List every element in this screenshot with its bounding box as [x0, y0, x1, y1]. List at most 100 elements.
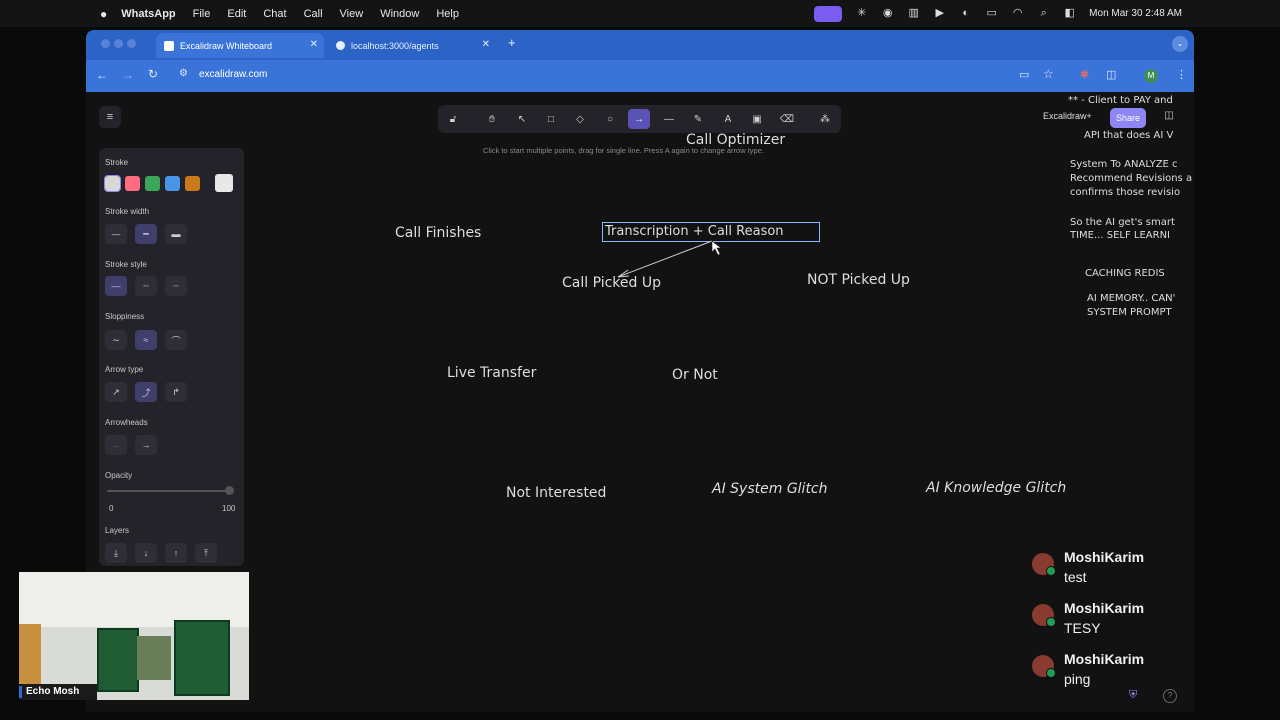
stroke-color-orange[interactable]	[185, 176, 200, 191]
stats-icon[interactable]: ▥	[907, 8, 920, 19]
play-icon[interactable]: ▶	[933, 8, 946, 19]
note-line[interactable]: API that does AI V	[1084, 130, 1173, 141]
bring-forward-button[interactable]: ↑	[165, 543, 187, 563]
avatar[interactable]	[1032, 604, 1056, 627]
site-info-icon[interactable]: ⚙	[179, 68, 188, 79]
chrome-icon[interactable]: ◉	[881, 8, 894, 19]
note-line[interactable]: CACHING REDIS	[1085, 268, 1165, 279]
menu-call[interactable]: Call	[304, 8, 323, 20]
browser-menu-icon[interactable]: ⋮	[1176, 68, 1187, 81]
stroke-color-blue[interactable]	[165, 176, 180, 191]
image-tool-icon[interactable]: ▣	[746, 109, 768, 129]
profile-avatar[interactable]: M	[1144, 69, 1158, 83]
diamond-tool-icon[interactable]: ◇	[569, 109, 591, 129]
stroke-dotted-button[interactable]: ┈	[165, 276, 187, 296]
note-line[interactable]: AI MEMORY.. CAN'	[1087, 293, 1175, 304]
note-line[interactable]: ** - Client to PAY and	[1068, 95, 1173, 106]
arrow-sharp-button[interactable]: ↗	[105, 382, 127, 402]
extensions-puzzle-icon[interactable]: ◫	[1106, 68, 1116, 81]
sloppiness-architect-button[interactable]: ∼	[105, 330, 127, 350]
note-line[interactable]: SYSTEM PROMPT	[1087, 307, 1172, 318]
window-zoom-dot[interactable]	[127, 39, 136, 48]
cast-icon[interactable]: ▭	[1019, 68, 1029, 81]
line-tool-icon[interactable]: —	[658, 109, 680, 129]
control-center-icon[interactable]: ◧	[1063, 8, 1076, 19]
canvas-text-call-picked-up[interactable]: Call Picked Up	[562, 275, 661, 291]
canvas-text-not-interested[interactable]: Not Interested	[506, 485, 606, 501]
rectangle-tool-icon[interactable]: □	[540, 109, 562, 129]
arrow-tool-icon[interactable]: →	[628, 109, 650, 129]
stroke-bold-button[interactable]: ━	[135, 224, 157, 244]
extension-icon[interactable]: ✱	[1080, 68, 1089, 81]
stroke-extra-bold-button[interactable]: ▬	[165, 224, 187, 244]
tab-localhost[interactable]: localhost:3000/agents ✕	[328, 33, 496, 58]
opacity-slider-handle[interactable]	[225, 486, 234, 495]
menu-window[interactable]: Window	[380, 8, 419, 20]
window-close-dot[interactable]	[101, 39, 110, 48]
stroke-solid-button[interactable]: —	[105, 276, 127, 296]
url-field[interactable]: excalidraw.com	[199, 69, 267, 80]
ellipse-tool-icon[interactable]: ○	[599, 109, 621, 129]
avatar[interactable]	[1032, 655, 1056, 678]
shield-icon[interactable]: ⛨	[1129, 689, 1137, 702]
note-line[interactable]: Recommend Revisions a	[1070, 173, 1192, 184]
apple-icon[interactable]: ●	[100, 7, 107, 21]
battery-icon[interactable]: ▭	[985, 8, 998, 19]
stroke-color-picker[interactable]	[215, 174, 233, 192]
note-line[interactable]: confirms those revisio	[1070, 187, 1180, 198]
stroke-thin-button[interactable]: —	[105, 224, 127, 244]
canvas-text-call-finishes[interactable]: Call Finishes	[395, 225, 481, 241]
clock[interactable]: Mon Mar 30 2:48 AM	[1089, 8, 1182, 19]
excalidraw-canvas[interactable]	[86, 92, 1194, 712]
video-preview[interactable]: Echo Mosh	[19, 572, 249, 700]
mic-icon[interactable]: ◐	[959, 8, 972, 19]
hand-tool-icon[interactable]: ✋︎	[481, 109, 503, 129]
note-line[interactable]: TIME... SELF LEARNI	[1070, 230, 1170, 241]
reload-icon[interactable]: ↻	[148, 67, 158, 81]
menu-app-name[interactable]: WhatsApp	[121, 8, 175, 20]
canvas-text-or-not[interactable]: Or Not	[672, 367, 718, 383]
tab-excalidraw[interactable]: Excalidraw Whiteboard ✕	[156, 33, 324, 58]
tab-list-button[interactable]: ⌄	[1172, 36, 1188, 52]
note-line[interactable]: So the AI get's smart	[1070, 217, 1175, 228]
new-tab-button[interactable]: +	[508, 35, 516, 50]
lock-tool-icon[interactable]: 🔓︎	[442, 109, 464, 129]
stroke-color-red[interactable]	[125, 176, 140, 191]
menu-edit[interactable]: Edit	[227, 8, 246, 20]
stroke-dashed-button[interactable]: ┄	[135, 276, 157, 296]
close-tab-icon[interactable]: ✕	[310, 39, 318, 50]
select-tool-icon[interactable]: ↖	[511, 109, 533, 129]
send-to-back-button[interactable]: ⤓	[105, 543, 127, 563]
more-tools-icon[interactable]: ⁂	[814, 109, 836, 129]
stroke-color-white[interactable]	[104, 175, 121, 192]
hamburger-menu-icon[interactable]: ≡	[99, 106, 121, 128]
brightness-icon[interactable]: ✳	[855, 8, 868, 19]
canvas-text-not-picked-up[interactable]: NOT Picked Up	[807, 272, 910, 288]
forward-icon[interactable]: →	[122, 68, 134, 82]
menu-file[interactable]: File	[193, 8, 211, 20]
arrow-curved-button[interactable]: ⤴	[135, 382, 157, 402]
search-icon[interactable]: ⌕	[1037, 8, 1050, 19]
window-minimize-dot[interactable]	[114, 39, 123, 48]
close-tab-icon[interactable]: ✕	[482, 39, 490, 50]
stroke-color-green[interactable]	[145, 176, 160, 191]
note-line[interactable]: System To ANALYZE c	[1070, 159, 1178, 170]
text-tool-icon[interactable]: A	[717, 109, 739, 129]
menu-chat[interactable]: Chat	[263, 8, 286, 20]
arrow-elbow-button[interactable]: ↱	[165, 382, 187, 402]
sloppiness-artist-button[interactable]: ≈	[135, 330, 157, 350]
avatar[interactable]	[1032, 553, 1056, 576]
arrowhead-end-button[interactable]: →	[135, 435, 157, 455]
help-icon[interactable]: ?	[1163, 689, 1177, 703]
pencil-tool-icon[interactable]: ✎	[687, 109, 709, 129]
bring-to-front-button[interactable]: ⤒	[195, 543, 217, 563]
canvas-text-ai-system-glitch[interactable]: AI System Glitch	[712, 481, 828, 497]
opacity-slider[interactable]	[107, 490, 233, 492]
canvas-text-call-optimizer[interactable]: Call Optimizer	[686, 132, 785, 148]
arrowhead-start-button[interactable]: ←	[105, 435, 127, 455]
screen-share-icon[interactable]	[814, 5, 843, 22]
canvas-text-live-transfer[interactable]: Live Transfer	[447, 365, 536, 381]
menu-help[interactable]: Help	[436, 8, 459, 20]
wifi-icon[interactable]: ◠	[1011, 8, 1024, 19]
sloppiness-cartoonist-button[interactable]: ⌒	[165, 330, 187, 350]
